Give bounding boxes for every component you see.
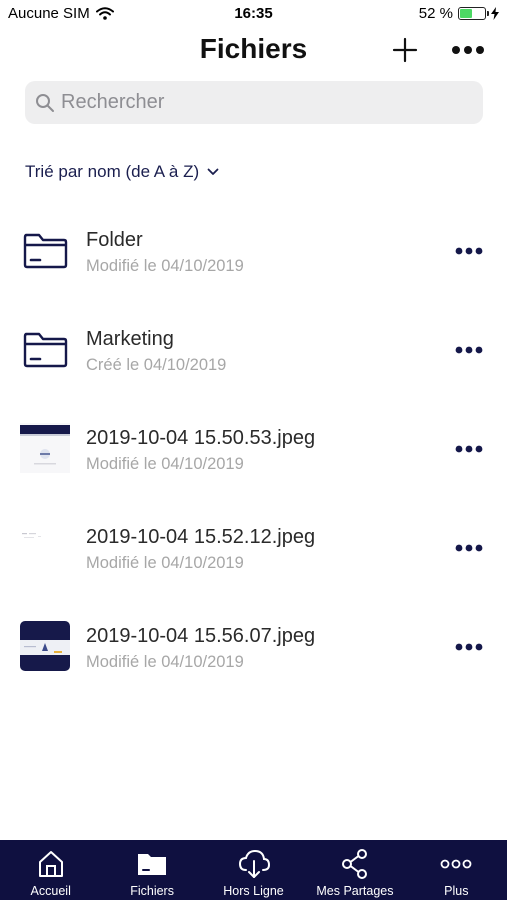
more-horizontal-icon[interactable] xyxy=(455,440,483,458)
home-icon xyxy=(38,851,63,877)
tab-label: Fichiers xyxy=(130,884,174,898)
plus-icon xyxy=(392,37,418,63)
image-thumbnail xyxy=(20,522,70,572)
file-date: Modifié le 04/10/2019 xyxy=(86,554,244,572)
search-input[interactable] xyxy=(61,91,461,114)
file-date: Modifié le 04/10/2019 xyxy=(86,257,244,275)
battery-level xyxy=(460,9,473,18)
tab-fichiers[interactable]: Fichiers xyxy=(101,840,202,900)
page-title: Fichiers xyxy=(199,33,308,64)
tab-label: Hors Ligne xyxy=(223,884,284,898)
file-row-folder[interactable]: Folder Modifié le 04/10/2019 xyxy=(0,203,507,302)
search-icon xyxy=(36,93,54,112)
file-name: 2019-10-04 15.56.07.jpeg xyxy=(86,625,316,647)
nav-header: Fichiers xyxy=(0,28,507,74)
battery-percent: 52 % xyxy=(418,5,453,22)
more-horizontal-icon[interactable] xyxy=(455,638,483,656)
more-horizontal-icon[interactable] xyxy=(455,242,483,260)
file-name: Marketing xyxy=(86,328,174,350)
tab-hors-ligne[interactable]: Hors Ligne xyxy=(203,840,304,900)
tab-accueil[interactable]: Accueil xyxy=(0,840,101,900)
file-list: Folder Modifié le 04/10/2019 Marketing C… xyxy=(0,203,507,698)
cloud-download-icon xyxy=(238,849,270,878)
tab-plus[interactable]: Plus xyxy=(406,840,507,900)
file-row-image[interactable]: 2019-10-04 15.56.07.jpeg Modifié le 04/1… xyxy=(0,599,507,698)
sort-label: Trié par nom (de A à Z) xyxy=(25,162,200,181)
share-icon xyxy=(341,849,367,879)
more-options-button[interactable] xyxy=(451,40,485,60)
tab-label: Plus xyxy=(444,884,469,898)
tab-bar: Accueil Fichiers Hors Ligne Mes Partages xyxy=(0,840,507,900)
file-name: Folder xyxy=(86,229,143,251)
file-date: Créé le 04/10/2019 xyxy=(86,356,227,374)
tab-label: Accueil xyxy=(30,884,71,898)
file-date: Modifié le 04/10/2019 xyxy=(86,653,244,671)
more-horizontal-icon xyxy=(452,46,484,54)
file-row-image[interactable]: 2019-10-04 15.52.12.jpeg Modifié le 04/1… xyxy=(0,500,507,599)
file-row-image[interactable]: 2019-10-04 15.50.53.jpeg Modifié le 04/1… xyxy=(0,401,507,500)
more-horizontal-icon[interactable] xyxy=(455,341,483,359)
sort-selector[interactable]: Trié par nom (de A à Z) xyxy=(25,162,219,182)
image-thumbnail xyxy=(20,621,70,671)
folder-icon xyxy=(138,854,167,875)
search-bar[interactable] xyxy=(25,81,483,124)
file-name: 2019-10-04 15.52.12.jpeg xyxy=(86,526,316,548)
chevron-down-icon xyxy=(207,168,219,175)
image-thumbnail xyxy=(20,423,70,473)
tab-mes-partages[interactable]: Mes Partages xyxy=(304,840,405,900)
battery-icon xyxy=(458,7,489,20)
tab-label: Mes Partages xyxy=(316,884,394,898)
file-name: 2019-10-04 15.50.53.jpeg xyxy=(86,427,316,449)
more-horizontal-icon[interactable] xyxy=(455,539,483,557)
file-date: Modifié le 04/10/2019 xyxy=(86,455,244,473)
folder-icon xyxy=(23,332,68,368)
status-bar: Aucune SIM 16:35 52 % xyxy=(0,0,507,28)
folder-icon xyxy=(23,233,68,269)
charging-bolt-icon xyxy=(491,7,499,20)
more-icon xyxy=(440,859,472,869)
status-right: 52 % xyxy=(419,5,499,22)
file-row-marketing[interactable]: Marketing Créé le 04/10/2019 xyxy=(0,302,507,401)
add-button[interactable] xyxy=(391,36,419,64)
